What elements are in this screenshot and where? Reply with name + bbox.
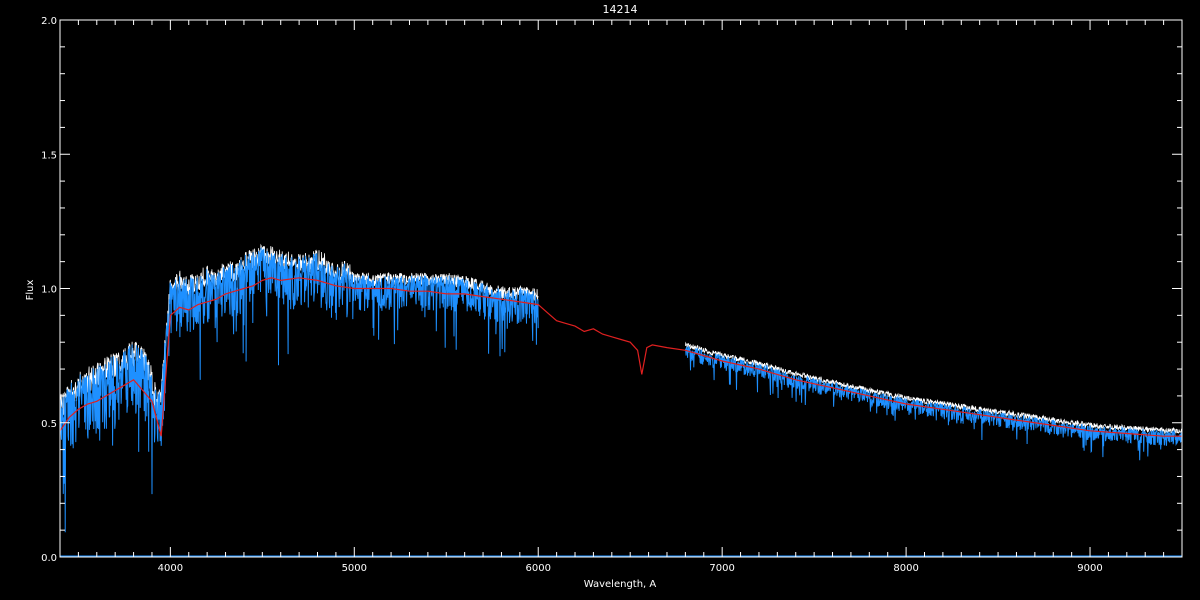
y-tick-label: 1.5 xyxy=(41,150,57,161)
chart-title: 14214 xyxy=(603,3,638,16)
x-axis-label: Wavelength, A xyxy=(584,579,657,590)
x-tick-label: 5000 xyxy=(342,563,367,574)
x-tick-label: 4000 xyxy=(158,563,183,574)
x-tick-label: 6000 xyxy=(526,563,551,574)
y-tick-label: 0.0 xyxy=(41,553,57,564)
y-axis-label: Flux xyxy=(25,280,36,301)
x-tick-label: 9000 xyxy=(1077,563,1102,574)
x-tick-label: 7000 xyxy=(709,563,734,574)
y-tick-label: 0.5 xyxy=(41,419,57,430)
y-tick-label: 2.0 xyxy=(41,16,57,27)
x-tick-label: 8000 xyxy=(893,563,918,574)
spectrum-chart: 14214 4000 5000 6000 7000 8000 9000 0.0 0.5 1.0 1… xyxy=(0,0,1200,600)
y-tick-label: 1.0 xyxy=(41,285,57,296)
